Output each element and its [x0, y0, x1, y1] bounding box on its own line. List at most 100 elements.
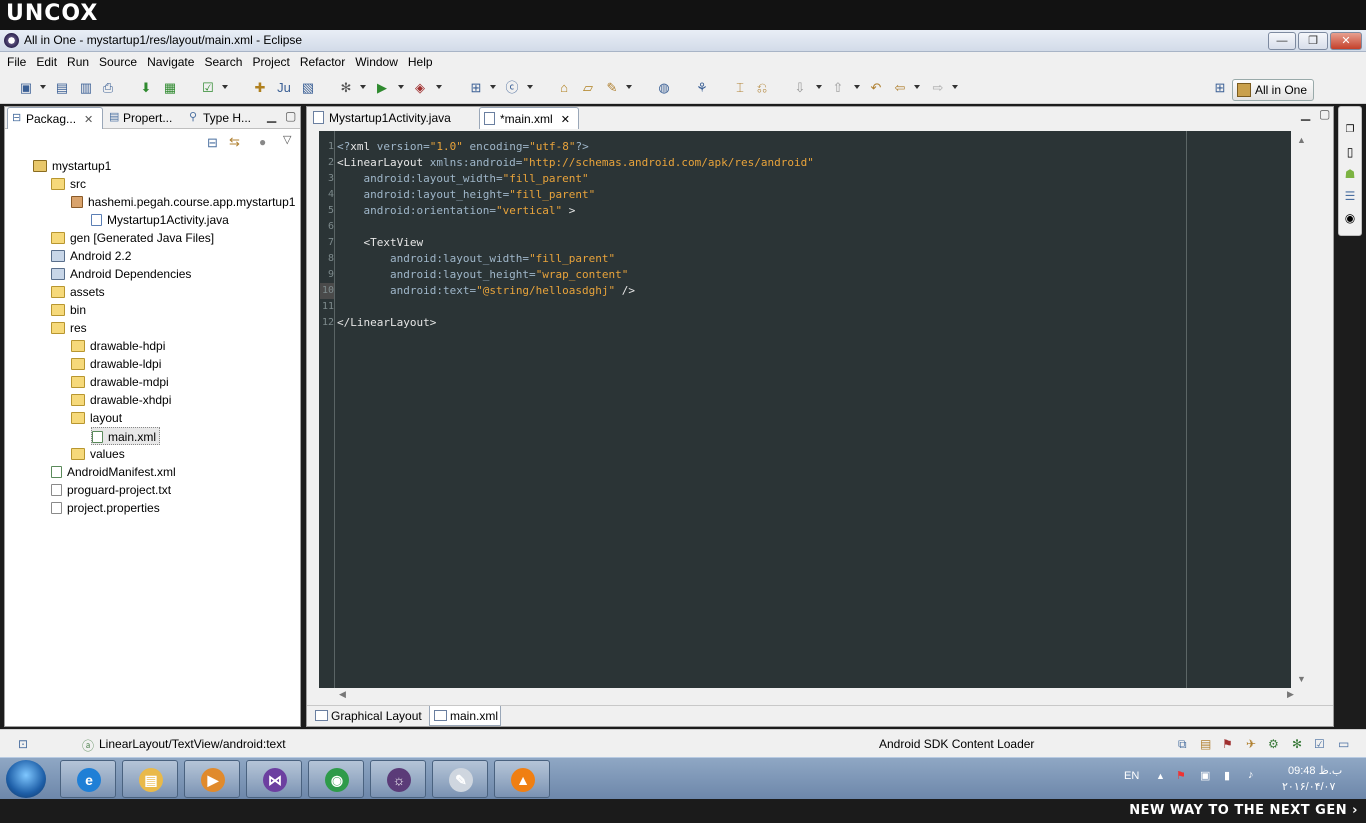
package-dropdown-icon[interactable] — [490, 85, 496, 89]
perspective-all-in-one[interactable]: All in One — [1232, 79, 1314, 101]
code-line[interactable]: <LinearLayout xmlns:android="http://sche… — [337, 155, 814, 171]
code-line[interactable]: android:text="@string/helloasdghj" /> — [337, 283, 635, 299]
back-dropdown-icon[interactable] — [914, 85, 920, 89]
taskbar-app[interactable]: ⋈ — [246, 760, 302, 798]
lint-check-icon[interactable]: ☑ — [200, 80, 216, 96]
code-line[interactable]: android:layout_height="fill_parent" — [337, 187, 595, 203]
menu-refactor[interactable]: Refactor — [295, 52, 350, 72]
minimize-editor-icon[interactable]: ▁ — [1301, 107, 1310, 121]
status-rocket-icon[interactable]: ✈ — [1246, 737, 1256, 751]
next-annotation-icon[interactable]: ⇩ — [792, 80, 808, 96]
class-dropdown-icon[interactable] — [527, 85, 533, 89]
save-icon[interactable]: ▤ — [54, 80, 70, 96]
clock-time[interactable]: 09:48 ب.ظ — [1288, 764, 1342, 777]
tab-properties[interactable]: ▤ Propert... — [105, 107, 183, 129]
forward-dropdown-icon[interactable] — [952, 85, 958, 89]
volume-icon[interactable]: ♪ — [1248, 769, 1254, 781]
tree-item[interactable]: project.properties — [51, 499, 160, 517]
tree-item[interactable]: main.xml — [91, 427, 161, 445]
network-icon[interactable]: ▮ — [1224, 769, 1230, 782]
start-button[interactable] — [6, 760, 46, 798]
window-titlebar[interactable]: All in One - mystartup1/res/layout/main.… — [0, 30, 1366, 52]
tab-mystartup1activity-java[interactable]: Mystartup1Activity.java — [309, 107, 477, 129]
language-indicator[interactable]: EN — [1124, 770, 1139, 782]
previous-annotation-dropdown-icon[interactable] — [854, 85, 860, 89]
taskbar-app[interactable]: ✎ — [432, 760, 488, 798]
tree-item[interactable]: res — [51, 319, 87, 337]
device-icon[interactable]: ▣ — [1200, 769, 1210, 782]
open-type-icon[interactable]: ⌂ — [556, 80, 572, 96]
maximize-editor-icon[interactable]: ▢ — [1319, 107, 1330, 121]
previous-annotation-icon[interactable]: ⇧ — [830, 80, 846, 96]
outline-icon[interactable]: ☰ — [1343, 189, 1357, 203]
fast-view-icon[interactable]: ⊡ — [18, 737, 28, 751]
code-line[interactable]: android:layout_height="wrap_content" — [337, 267, 628, 283]
link-with-editor-icon[interactable]: ⇆ — [229, 134, 240, 150]
tree-item[interactable]: Android Dependencies — [51, 265, 191, 283]
status-monitor-icon[interactable]: ▭ — [1338, 737, 1349, 751]
toggle-block-selection-icon[interactable]: ⎌ — [754, 80, 770, 96]
tree-item[interactable]: drawable-ldpi — [71, 355, 161, 373]
tree-item[interactable]: AndroidManifest.xml — [51, 463, 176, 481]
code-line[interactable]: <TextView — [337, 235, 423, 251]
status-tool-icon[interactable]: ⚑ — [1222, 737, 1233, 751]
tree-item[interactable]: gen [Generated Java Files] — [51, 229, 214, 247]
menu-search[interactable]: Search — [199, 52, 247, 72]
collapse-all-icon[interactable]: ⊟ — [207, 135, 218, 151]
android-icon[interactable]: ☗ — [1343, 167, 1357, 181]
taskbar-app[interactable]: ◉ — [308, 760, 364, 798]
scroll-left-icon[interactable]: ◀ — [339, 689, 346, 700]
minimize-view-icon[interactable]: ▁ — [267, 109, 276, 123]
external-tools-icon[interactable]: ◈ — [412, 80, 428, 96]
open-perspective-tool-icon[interactable]: ⚘ — [694, 80, 710, 96]
scroll-up-icon[interactable]: ▲ — [1297, 135, 1306, 145]
horizontal-scrollbar[interactable]: ◀ ▶ — [319, 688, 1303, 702]
tree-item[interactable]: values — [71, 445, 125, 463]
status-ddms-icon[interactable]: ⧉ — [1178, 737, 1187, 752]
taskbar-app[interactable]: ▲ — [494, 760, 550, 798]
tab-package-explorer[interactable]: ⊟ Packag... ✕ — [7, 107, 103, 129]
tree-item[interactable]: drawable-mdpi — [71, 373, 169, 391]
status-hierarchy-icon[interactable]: ⚙ — [1268, 737, 1279, 751]
forward-icon[interactable]: ⇨ — [930, 80, 946, 96]
status-tasks-icon[interactable]: ☑ — [1314, 737, 1325, 751]
tab-xml-source[interactable]: main.xml — [429, 706, 501, 726]
taskbar-app[interactable]: ▶ — [184, 760, 240, 798]
menu-window[interactable]: Window — [350, 52, 403, 72]
toggle-mark-occurrences-icon[interactable]: ⌶ — [732, 80, 748, 96]
code-line[interactable]: </LinearLayout> — [337, 315, 436, 331]
run-icon[interactable]: ▶ — [374, 80, 390, 96]
minimize-button[interactable]: — — [1268, 32, 1296, 50]
run-dropdown-icon[interactable] — [398, 85, 404, 89]
avd-manager-icon[interactable]: ▦ — [162, 80, 178, 96]
search-dropdown-icon[interactable] — [626, 85, 632, 89]
external-tools-dropdown-icon[interactable] — [436, 85, 442, 89]
tree-item[interactable]: src — [51, 175, 86, 193]
tree-item[interactable]: Android 2.2 — [51, 247, 131, 265]
console-icon[interactable]: ◉ — [1343, 211, 1357, 225]
back-icon[interactable]: ⇦ — [892, 80, 908, 96]
code-line[interactable]: <?xml version="1.0" encoding="utf-8"?> — [337, 139, 589, 155]
menu-file[interactable]: File — [2, 52, 31, 72]
tree-item[interactable]: layout — [71, 409, 122, 427]
last-edit-location-icon[interactable]: ↶ — [868, 80, 884, 96]
restore-icon[interactable]: ❐ — [1343, 123, 1357, 137]
view-menu-icon[interactable]: ▽ — [283, 133, 291, 146]
maximize-view-icon[interactable]: ▢ — [285, 109, 296, 123]
scroll-right-icon[interactable]: ▶ — [1287, 689, 1294, 700]
search-icon[interactable]: ✎ — [604, 80, 620, 96]
menu-source[interactable]: Source — [94, 52, 142, 72]
code-line[interactable]: android:layout_width="fill_parent" — [337, 251, 615, 267]
new-xml-icon[interactable]: ▧ — [300, 80, 316, 96]
tree-item[interactable]: proguard-project.txt — [51, 481, 171, 499]
debug-icon[interactable]: ✻ — [338, 80, 354, 96]
status-db-icon[interactable]: ▤ — [1200, 737, 1211, 751]
new-class-icon[interactable]: ⓒ — [504, 80, 520, 96]
new-junit-icon[interactable]: Ju — [276, 80, 292, 96]
focus-task-icon[interactable]: ● — [259, 135, 266, 149]
tab-graphical-layout[interactable]: Graphical Layout — [311, 706, 427, 726]
open-perspective-icon[interactable]: ⊞ — [1212, 80, 1228, 96]
debug-dropdown-icon[interactable] — [360, 85, 366, 89]
tab-type-hierarchy[interactable]: ⚲ Type H... — [185, 107, 257, 129]
close-button[interactable]: ✕ — [1330, 32, 1362, 50]
